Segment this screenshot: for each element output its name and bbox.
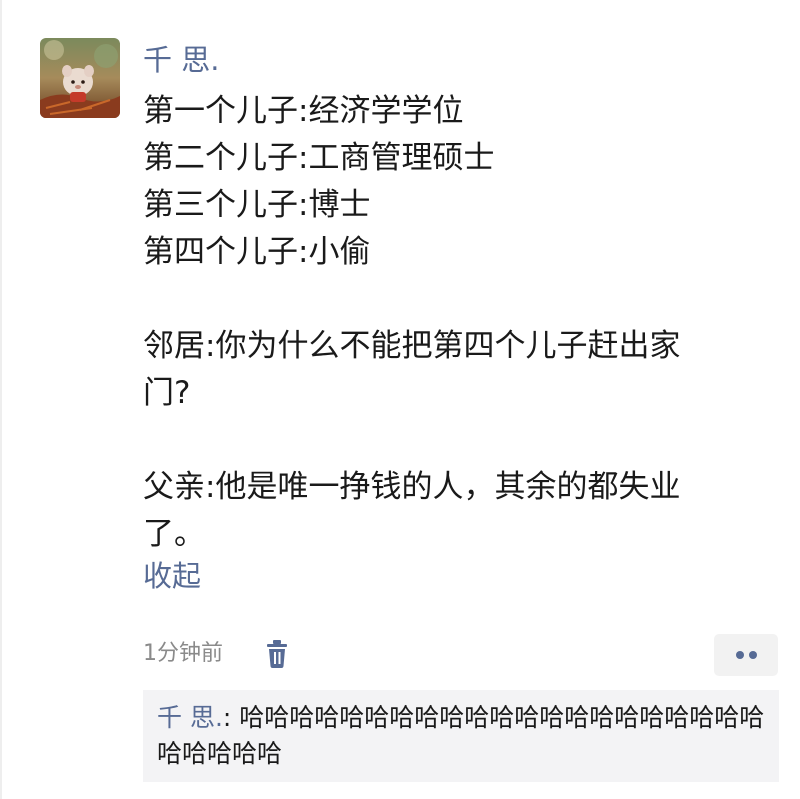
post-line-blank: [143, 417, 773, 464]
post-line: 邻居:你为什么不能把第四个儿子赶出家: [143, 328, 681, 364]
comment-item[interactable]: 千 思.: 哈哈哈哈哈哈哈哈哈哈哈哈哈哈哈哈哈哈哈哈哈哈哈哈哈哈: [157, 700, 769, 772]
avatar-image: [40, 38, 120, 118]
post-line: 了。: [143, 516, 205, 552]
post-line: 第一个儿子:经济学学位: [143, 93, 464, 129]
more-actions-button[interactable]: [714, 634, 778, 676]
more-dots-icon: [749, 651, 757, 659]
post-line: 门?: [143, 375, 191, 411]
post-author-name[interactable]: 千 思.: [143, 40, 219, 80]
avatar[interactable]: [40, 38, 120, 118]
comment-separator: :: [222, 703, 240, 732]
comment-area: 千 思.: 哈哈哈哈哈哈哈哈哈哈哈哈哈哈哈哈哈哈哈哈哈哈哈哈哈哈: [143, 690, 779, 782]
post-line: 第二个儿子:工商管理硕士: [143, 140, 495, 176]
comment-author[interactable]: 千 思.: [157, 703, 223, 732]
delete-button[interactable]: [262, 638, 292, 670]
more-dots-icon: [736, 651, 744, 659]
trash-icon: [267, 640, 287, 668]
comment-text: 哈哈哈哈哈哈哈哈哈哈哈哈哈哈哈哈哈哈哈哈哈哈哈哈哈哈: [157, 703, 765, 768]
post-line: 第三个儿子:博士: [143, 187, 371, 223]
post-line-blank: [143, 276, 773, 323]
post-timestamp: 1分钟前: [143, 641, 223, 666]
collapse-link[interactable]: 收起: [143, 556, 201, 596]
left-divider: [0, 0, 2, 799]
post-line: 第四个儿子:小偷: [143, 234, 371, 270]
post-content: 第一个儿子:经济学学位 第二个儿子:工商管理硕士 第三个儿子:博士 第四个儿子:…: [143, 88, 773, 558]
post-line: 父亲:他是唯一挣钱的人，其余的都失业: [143, 469, 681, 505]
